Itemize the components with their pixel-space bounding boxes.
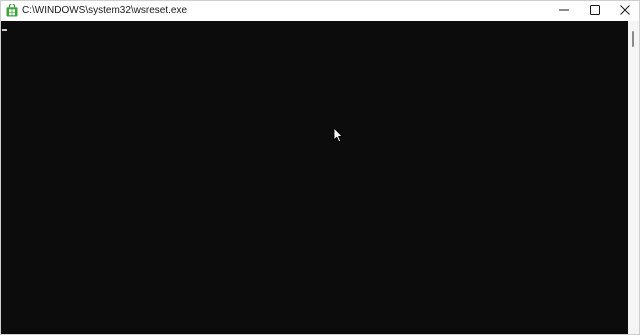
console-output-area[interactable] [1,21,628,334]
close-button[interactable] [610,1,639,21]
text-caret [2,29,7,31]
minimize-icon [559,2,569,20]
close-icon [620,2,630,20]
scrollbar-thumb[interactable] [632,31,634,47]
maximize-button[interactable] [580,1,610,21]
vertical-scrollbar[interactable] [628,21,639,334]
console-window: C:\WINDOWS\system32\wsreset.exe [0,0,640,335]
window-title: C:\WINDOWS\system32\wsreset.exe [22,5,188,16]
maximize-icon [590,2,600,20]
store-app-icon [6,3,18,17]
mouse-pointer-icon [333,127,343,143]
title-bar[interactable]: C:\WINDOWS\system32\wsreset.exe [1,1,639,21]
minimize-button[interactable] [549,1,579,21]
